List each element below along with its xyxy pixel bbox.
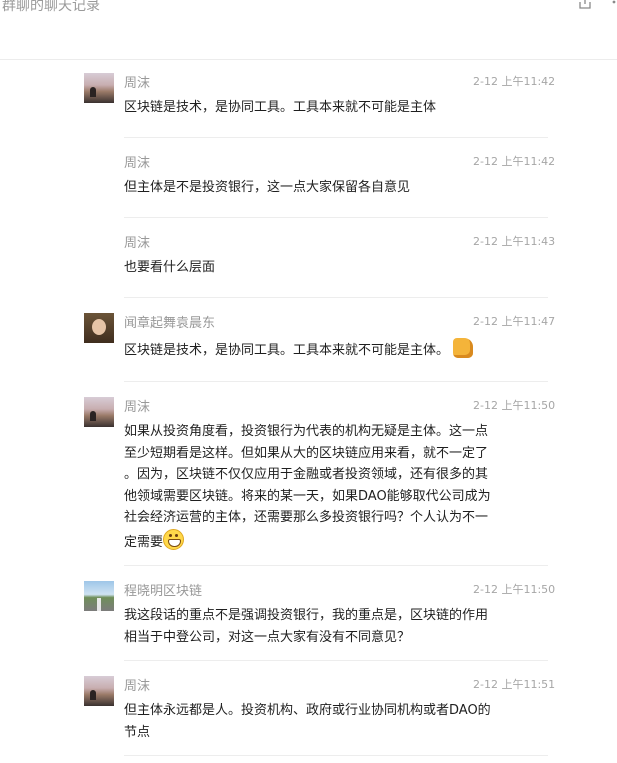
sender-name: 周沫 — [124, 679, 151, 694]
message-text: 但主体永远都是人。投资机构、政府或行业协同机构或者DAO的 节点 — [124, 700, 524, 743]
message-time: 2-12 上午11:51 — [473, 678, 556, 691]
chat-history-header: 群聊的聊天记录 — [0, 0, 617, 60]
more-icon[interactable] — [611, 0, 617, 10]
grin-emoji-icon — [163, 528, 185, 550]
message-line: 但主体永远都是人。投资机构、政府或行业协同机构或者DAO的 — [124, 703, 491, 718]
message-divider — [124, 381, 548, 382]
page-title: 群聊的聊天记录 — [2, 0, 100, 14]
avatar[interactable] — [84, 581, 114, 611]
message-line: 相当于中登公司，对这一点大家有没有不同意见？ — [124, 629, 411, 645]
message-line: 如果从投资角度看，投资银行为代表的机构无疑是主体。这一点 — [124, 424, 489, 439]
message-text: 我这段话的重点不是强调投资银行，我的重点是，区块链的作用 相当于中登公司，对这一… — [124, 605, 524, 648]
message-line-text: 定需要 — [124, 534, 164, 550]
message-text: 如果从投资角度看，投资银行为代表的机构无疑是主体。这一点 至少短期看是这样。但如… — [124, 421, 524, 553]
avatar[interactable] — [84, 397, 114, 427]
message-divider — [124, 565, 548, 566]
message-text-content: 区块链是技术，是协同工具。工具本来就不可能是主体。 — [124, 343, 450, 358]
message-line: 社会经济运营的主体，还需要那么多投资银行吗？个人认为不一 — [124, 510, 489, 525]
message-time: 2-12 上午11:42 — [473, 75, 556, 88]
sender-name: 周沫 — [124, 76, 151, 91]
message-time: 2-12 上午11:42 — [473, 155, 556, 168]
thumbs-up-emoji-icon — [453, 338, 474, 358]
message-line: 他领域需要区块链。将来的某一天，如果DAO能够取代公司成为 — [124, 488, 491, 504]
avatar[interactable] — [84, 73, 114, 103]
share-icon[interactable] — [578, 0, 592, 10]
message-line: 定需要 — [124, 528, 524, 554]
message-divider — [124, 660, 548, 661]
message-line: 节点 — [124, 724, 151, 740]
message-divider — [124, 297, 548, 298]
avatar[interactable] — [84, 313, 114, 343]
message-divider — [124, 137, 548, 138]
message-text: 区块链是技术，是协同工具。工具本来就不可能是主体。 — [124, 338, 524, 362]
message-time: 2-12 上午11:47 — [473, 315, 556, 328]
sender-name: 闻章起舞袁晨东 — [124, 316, 216, 331]
message-divider — [124, 217, 548, 218]
message-line: 至少短期看是这样。但如果从大的区块链应用来看，就不一定了 — [124, 445, 489, 461]
message-divider — [124, 755, 548, 756]
message-time: 2-12 上午11:50 — [473, 583, 556, 596]
message-text: 但主体是不是投资银行，这一点大家保留各自意见 — [124, 180, 411, 195]
sender-name: 周沫 — [124, 156, 151, 171]
sender-name: 程晓明区块链 — [124, 584, 203, 599]
sender-name: 周沫 — [124, 236, 151, 251]
message-line: 。因为，区块链不仅仅应用于金融或者投资领域，还有很多的其 — [124, 467, 489, 482]
sender-name: 周沫 — [124, 400, 151, 415]
message-line: 我这段话的重点不是强调投资银行，我的重点是，区块链的作用 — [124, 608, 489, 623]
message-text: 区块链是技术，是协同工具。工具本来就不可能是主体 — [124, 100, 437, 115]
message-time: 2-12 上午11:43 — [473, 235, 556, 248]
message-text: 也要看什么层面 — [124, 260, 216, 275]
message-time: 2-12 上午11:50 — [473, 399, 556, 412]
avatar[interactable] — [84, 676, 114, 706]
